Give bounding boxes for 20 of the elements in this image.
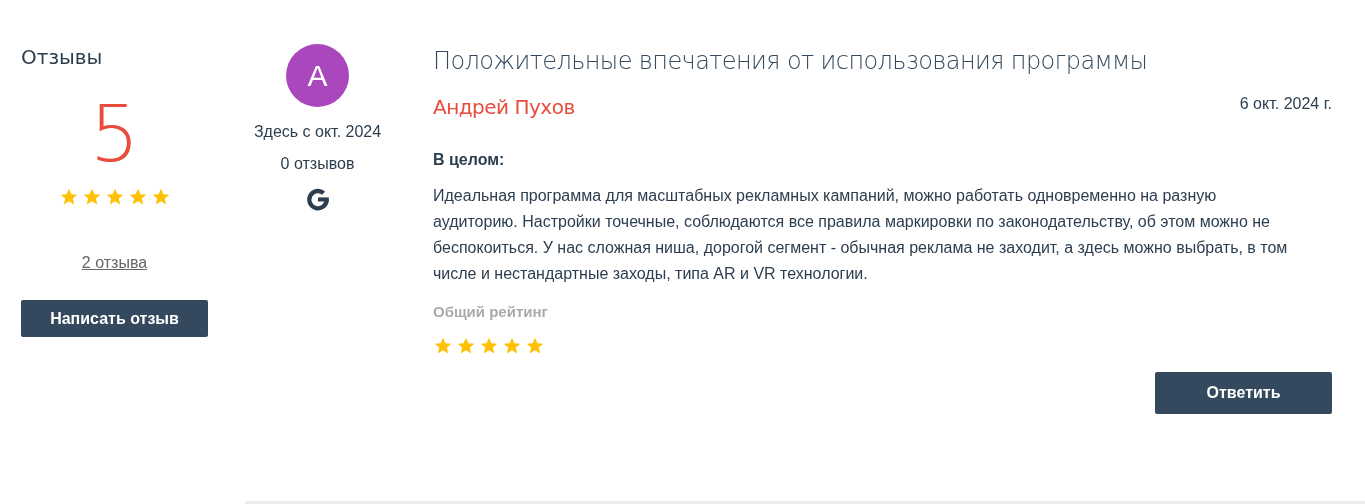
star-icon [479, 336, 499, 356]
star-icon [502, 336, 522, 356]
reviews-link[interactable]: 2 отзыва [81, 254, 148, 272]
review-text: Идеальная программа для масштабных рекламных кампаний, можно работать одновременно на разную аудиторию. Настройки точечные, соблюдаются все правила маркировки по законодательству, об этом можно не беспокоиться. У нас сложная ниша, дорогой сегмент - обычная реклама не заходит, а здесь можно выбрать, в том числе и нестандартные заходы, типа AR и VR технологии. [433, 186, 1289, 284]
section-label: В целом: [433, 151, 506, 169]
reply-button[interactable]: Ответить [1155, 372, 1332, 414]
g-icon [304, 187, 331, 213]
star-icon [433, 336, 453, 356]
star-icon [456, 336, 476, 356]
rating-label: Общий рейтинг [433, 303, 549, 320]
review-count: 0 отзывов [280, 155, 355, 173]
review-title: Положительные впечатения от использования программы [433, 47, 1149, 75]
star-icon [525, 336, 545, 356]
average-score: 5 [88, 95, 141, 173]
reviews-heading: Отзывы [21, 45, 104, 69]
avatar: А [286, 44, 349, 107]
write-review-button[interactable]: Написать отзыв [21, 300, 208, 337]
member-since: Здесь с окт. 2024 [253, 123, 382, 141]
author-name: Андрей Пухов [433, 95, 575, 119]
review-date: 6 окт. 2024 г. [1239, 95, 1332, 114]
